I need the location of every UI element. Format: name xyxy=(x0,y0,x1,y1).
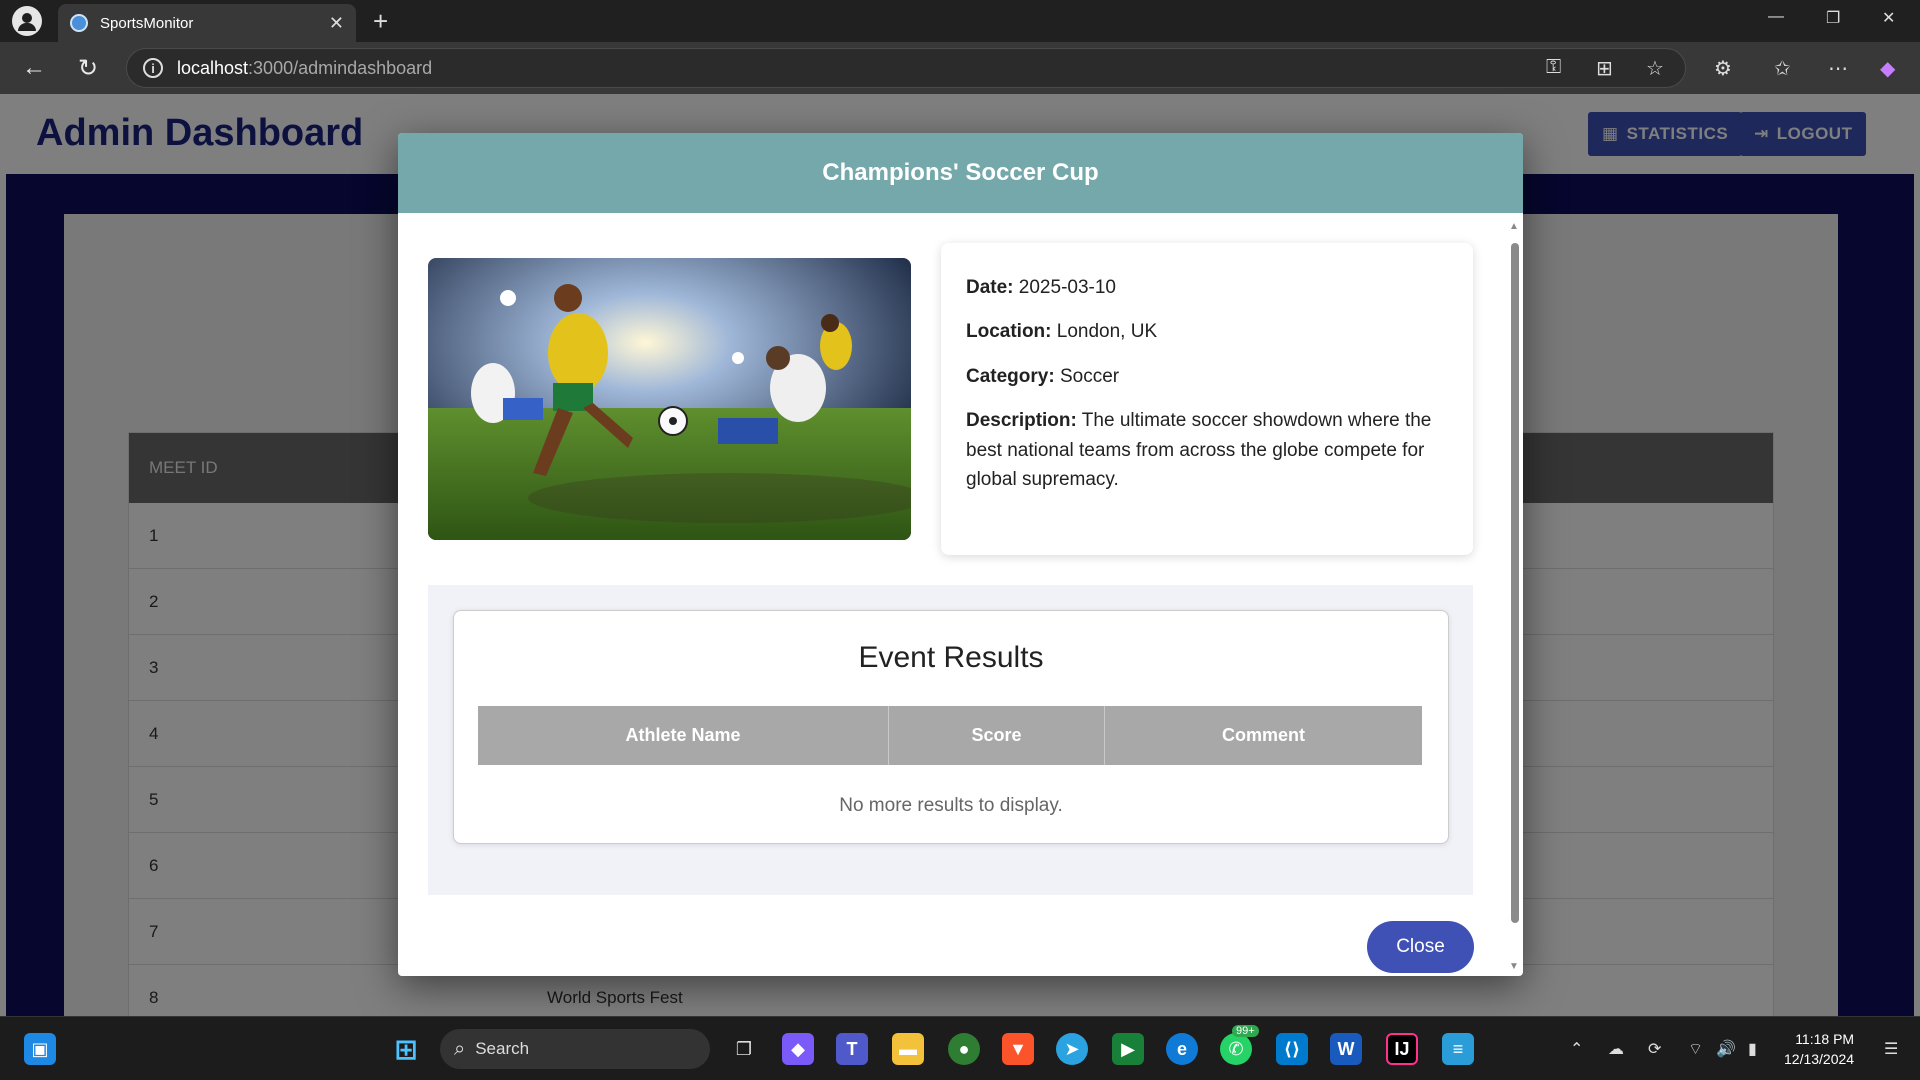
site-info-icon[interactable]: i xyxy=(143,58,163,78)
address-toolbar: ← ↻ i localhost:3000/admindashboard ⚿ ⊞ … xyxy=(0,42,1920,94)
back-icon[interactable]: ← xyxy=(22,54,46,82)
apps-icon[interactable]: ⊞ xyxy=(1596,56,1613,81)
date-label: Date: xyxy=(966,277,1014,298)
location-value: London, UK xyxy=(1056,321,1158,343)
clock-date: 12/13/2024 xyxy=(1784,1051,1855,1067)
new-tab-icon[interactable]: + xyxy=(373,6,388,37)
category-label: Category: xyxy=(966,365,1055,387)
whatsapp-icon[interactable]: ✆ xyxy=(1220,1033,1252,1065)
description-label: Description: xyxy=(966,410,1077,432)
empty-results-message: No more results to display. xyxy=(839,795,1063,816)
scroll-up-icon[interactable]: ▲ xyxy=(1509,221,1519,232)
browser-tab[interactable]: SportsMonitor ✕ xyxy=(58,4,356,42)
comment-header[interactable]: Comment xyxy=(1105,706,1422,765)
search-icon: ⌕ xyxy=(454,1037,466,1060)
notification-center-icon[interactable]: ☰ xyxy=(1884,1039,1898,1059)
modal-scrollbar[interactable]: ▲ ▼ xyxy=(1509,221,1519,973)
athlete-name-header[interactable]: Athlete Name xyxy=(478,706,889,765)
results-section: Event Results Athlete Name Score Comment… xyxy=(428,585,1473,895)
wifi-icon[interactable]: ⌔ xyxy=(1688,1039,1703,1059)
category-row: Category: Soccer xyxy=(966,362,1448,391)
score-header[interactable]: Score xyxy=(889,706,1105,765)
url-path: :3000/admindashboard xyxy=(248,57,433,78)
key-icon[interactable]: ⚿ xyxy=(1546,56,1561,79)
location-label: Location: xyxy=(966,321,1052,343)
favorite-star-icon[interactable]: ☆ xyxy=(1646,56,1664,81)
results-card: Event Results Athlete Name Score Comment… xyxy=(453,610,1449,844)
sync-icon[interactable]: ⟳ xyxy=(1648,1039,1661,1059)
browser-tab-bar: SportsMonitor ✕ + — ❐ ✕ xyxy=(0,0,1920,42)
close-tab-icon[interactable]: ✕ xyxy=(329,13,344,34)
extensions-icon[interactable]: ⚙ xyxy=(1714,56,1732,81)
url-host: localhost xyxy=(177,57,249,78)
search-label: Search xyxy=(475,1039,530,1058)
taskbar-search[interactable]: ⌕ Search xyxy=(440,1029,710,1069)
tab-title: SportsMonitor xyxy=(100,14,194,32)
category-value: Soccer xyxy=(1059,365,1120,387)
event-image xyxy=(428,258,911,540)
address-bar[interactable]: i localhost:3000/admindashboard xyxy=(126,48,1686,88)
onedrive-icon[interactable]: ☁ xyxy=(1608,1039,1624,1059)
clock[interactable]: 11:18 PM 12/13/2024 xyxy=(1784,1029,1854,1069)
notepad-icon[interactable]: ≡ xyxy=(1442,1033,1474,1065)
battery-icon[interactable]: ▮ xyxy=(1748,1039,1757,1059)
tray-overflow-icon[interactable]: ⌃ xyxy=(1570,1039,1583,1059)
date-value: 2025-03-10 xyxy=(1018,277,1116,298)
date-row: Date: 2025-03-10 xyxy=(966,273,1448,302)
file-explorer-icon[interactable]: ▬ xyxy=(892,1033,924,1065)
more-icon[interactable]: ⋯ xyxy=(1828,56,1848,81)
close-window-icon[interactable]: ✕ xyxy=(1882,8,1895,28)
brave-icon[interactable]: ▼ xyxy=(1002,1033,1034,1065)
favorites-icon[interactable]: ✩ xyxy=(1774,56,1791,81)
modal-title: Champions' Soccer Cup xyxy=(398,133,1523,213)
notification-badge: 99+ xyxy=(1232,1025,1259,1037)
start-icon[interactable]: ⊞ xyxy=(390,1033,422,1065)
minimize-icon[interactable]: — xyxy=(1768,8,1784,26)
task-view-icon[interactable]: ❐ xyxy=(728,1033,760,1065)
event-details-modal: Champions' Soccer Cup ▲ ▼ Date: 2025-03-… xyxy=(398,133,1523,976)
refresh-icon[interactable]: ↻ xyxy=(78,54,98,83)
volume-icon[interactable]: 🔊 xyxy=(1716,1039,1736,1059)
results-title: Event Results xyxy=(858,641,1044,674)
clock-time: 11:18 PM xyxy=(1795,1031,1855,1047)
location-row: Location: London, UK xyxy=(966,317,1448,346)
description-row: Description: The ultimate soccer showdow… xyxy=(966,406,1448,494)
restore-icon[interactable]: ❐ xyxy=(1826,8,1840,28)
copilot-icon[interactable]: ◆ xyxy=(1880,56,1895,81)
close-button[interactable]: Close xyxy=(1367,921,1474,973)
copilot-app-icon[interactable]: ◆ xyxy=(782,1033,814,1065)
scroll-down-icon[interactable]: ▼ xyxy=(1509,961,1519,972)
site-favicon-icon xyxy=(70,14,88,32)
edge-icon[interactable]: e xyxy=(1166,1033,1198,1065)
teams-icon[interactable]: T xyxy=(836,1033,868,1065)
chrome-icon[interactable]: ● xyxy=(948,1033,980,1065)
scrollbar-thumb[interactable] xyxy=(1511,243,1519,923)
profile-icon[interactable] xyxy=(12,6,42,36)
taskbar: ▣ ⊞ ⌕ Search ❐ ◆ T ▬ ● ▼ ➤ ▶ e ✆ 99+ ⟨⟩ … xyxy=(0,1016,1920,1080)
meet-icon[interactable]: ▶ xyxy=(1112,1033,1144,1065)
intellij-icon[interactable]: IJ xyxy=(1386,1033,1418,1065)
word-icon[interactable]: W xyxy=(1330,1033,1362,1065)
event-info-card: Date: 2025-03-10 Location: London, UK Ca… xyxy=(941,243,1473,555)
vscode-icon[interactable]: ⟨⟩ xyxy=(1276,1033,1308,1065)
telegram-icon[interactable]: ➤ xyxy=(1056,1033,1088,1065)
results-table-header: Athlete Name Score Comment xyxy=(478,706,1422,765)
widgets-icon[interactable]: ▣ xyxy=(24,1033,56,1065)
